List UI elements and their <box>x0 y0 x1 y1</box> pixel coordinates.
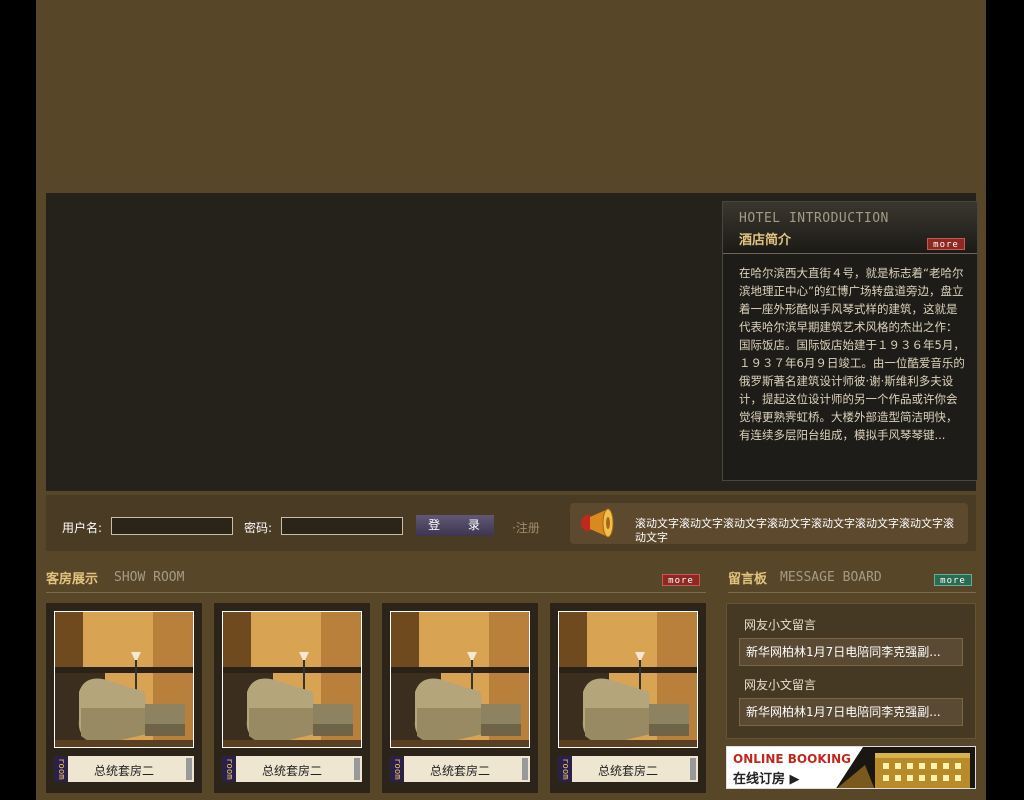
room-caption: room 总统套房二 <box>222 756 362 782</box>
password-input[interactable] <box>281 517 403 535</box>
username-label: 用户名: <box>62 521 103 535</box>
booking-title-cn: 在线订房 ▶ <box>733 772 800 787</box>
marquee-text: 滚动文字滚动文字滚动文字滚动文字滚动文字滚动文字滚动文字滚动文字 <box>635 517 954 544</box>
message-title[interactable]: 网友小文留言 <box>744 676 816 693</box>
room-card[interactable]: room 总统套房二 <box>382 603 538 793</box>
room-caption: room 总统套房二 <box>558 756 698 782</box>
page: HOTEL INTRODUCTION 酒店简介 more 在哈尔滨西大直街４号，… <box>36 0 986 800</box>
room-name[interactable]: 总统套房二 <box>262 762 322 779</box>
hero-banner: HOTEL INTRODUCTION 酒店简介 more 在哈尔滨西大直街４号，… <box>46 193 978 491</box>
room-tag: room <box>558 756 572 782</box>
room-tag: room <box>54 756 68 782</box>
room-name[interactable]: 总统套房二 <box>598 762 658 779</box>
board-title-en: MESSAGE BOARD <box>780 570 882 585</box>
rooms-title-en: SHOW ROOM <box>114 570 185 585</box>
room-card[interactable]: room 总统套房二 <box>550 603 706 793</box>
room-scrollbar[interactable] <box>690 758 696 780</box>
message-board: 网友小文留言 新华网柏林1月7日电陪同李克强副... 网友小文留言 新华网柏林1… <box>726 603 976 739</box>
rooms-title-cn: 客房展示 <box>46 572 99 587</box>
board-title-cn: 留言板 <box>728 572 768 587</box>
login-bar: 用户名: 密码: 登 录 ·注册 滚动文字滚动文字滚动文字滚动文字滚动文字滚动文… <box>46 495 976 551</box>
room-scrollbar[interactable] <box>522 758 528 780</box>
room-tag: room <box>390 756 404 782</box>
intro-header: HOTEL INTRODUCTION 酒店简介 more <box>723 202 977 254</box>
room-name[interactable]: 总统套房二 <box>430 762 490 779</box>
intro-text: 在哈尔滨西大直街４号，就是标志着“老哈尔滨地理正中心”的红博广场转盘道旁边，盘立… <box>739 266 965 442</box>
room-photo[interactable] <box>54 611 194 748</box>
username-input[interactable] <box>111 517 233 535</box>
room-caption: room 总统套房二 <box>390 756 530 782</box>
board-header: 留言板 MESSAGE BOARD more <box>728 567 976 593</box>
intro-more-button[interactable]: more <box>927 238 965 250</box>
hotel-building-image <box>836 747 975 788</box>
marquee-box: 滚动文字滚动文字滚动文字滚动文字滚动文字滚动文字滚动文字滚动文字 <box>570 503 968 544</box>
message-item[interactable]: 新华网柏林1月7日电陪同李克强副... <box>739 698 963 726</box>
room-scrollbar[interactable] <box>186 758 192 780</box>
intro-title-en: HOTEL INTRODUCTION <box>739 211 889 226</box>
rooms-header: 客房展示 SHOW ROOM more <box>46 567 706 593</box>
password-label: 密码: <box>244 521 273 535</box>
room-caption: room 总统套房二 <box>54 756 194 782</box>
rooms-more-button[interactable]: more <box>662 574 700 586</box>
room-card[interactable]: room 总统套房二 <box>214 603 370 793</box>
room-photo[interactable] <box>390 611 530 748</box>
message-title[interactable]: 网友小文留言 <box>744 616 816 633</box>
booking-title-en: ONLINE BOOKING <box>733 752 851 766</box>
room-photo[interactable] <box>558 611 698 748</box>
room-scrollbar[interactable] <box>354 758 360 780</box>
message-item[interactable]: 新华网柏林1月7日电陪同李克强副... <box>739 638 963 666</box>
speaker-icon <box>581 508 614 538</box>
login-button[interactable]: 登 录 <box>416 515 494 536</box>
room-card[interactable]: room 总统套房二 <box>46 603 202 793</box>
hotel-introduction-panel: HOTEL INTRODUCTION 酒店简介 more 在哈尔滨西大直街４号，… <box>722 201 978 481</box>
room-photo[interactable] <box>222 611 362 748</box>
intro-title-cn: 酒店简介 <box>739 233 792 248</box>
board-more-button[interactable]: more <box>934 574 972 586</box>
room-tag: room <box>222 756 236 782</box>
register-link[interactable]: ·注册 <box>512 519 540 536</box>
online-booking-banner[interactable]: ONLINE BOOKING 在线订房 ▶ <box>726 746 976 789</box>
room-name[interactable]: 总统套房二 <box>94 762 154 779</box>
